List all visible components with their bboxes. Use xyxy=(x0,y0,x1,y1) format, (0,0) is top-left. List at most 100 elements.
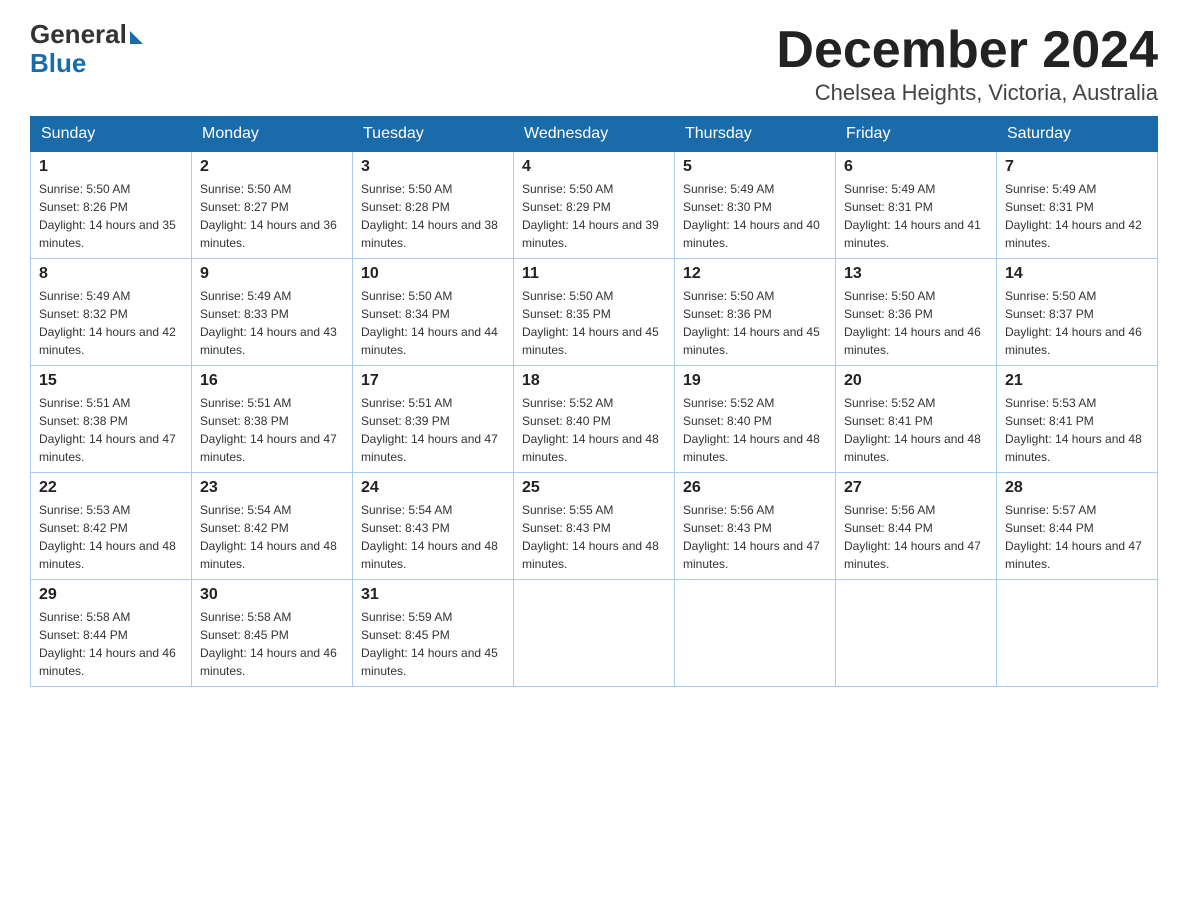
day-info: Sunrise: 5:59 AMSunset: 8:45 PMDaylight:… xyxy=(361,610,498,678)
calendar-cell: 1 Sunrise: 5:50 AMSunset: 8:26 PMDayligh… xyxy=(31,152,192,259)
day-number: 28 xyxy=(1005,479,1149,497)
day-info: Sunrise: 5:55 AMSunset: 8:43 PMDaylight:… xyxy=(522,503,659,571)
day-number: 18 xyxy=(522,372,666,390)
calendar-cell xyxy=(997,580,1158,687)
day-header-row: SundayMondayTuesdayWednesdayThursdayFrid… xyxy=(31,117,1158,152)
day-info: Sunrise: 5:56 AMSunset: 8:44 PMDaylight:… xyxy=(844,503,981,571)
calendar-cell: 23 Sunrise: 5:54 AMSunset: 8:42 PMDaylig… xyxy=(192,473,353,580)
day-info: Sunrise: 5:50 AMSunset: 8:34 PMDaylight:… xyxy=(361,289,498,357)
day-info: Sunrise: 5:57 AMSunset: 8:44 PMDaylight:… xyxy=(1005,503,1142,571)
page-header: General Blue December 2024 Chelsea Heigh… xyxy=(30,20,1158,106)
day-info: Sunrise: 5:58 AMSunset: 8:45 PMDaylight:… xyxy=(200,610,337,678)
calendar-cell: 9 Sunrise: 5:49 AMSunset: 8:33 PMDayligh… xyxy=(192,259,353,366)
calendar-cell: 29 Sunrise: 5:58 AMSunset: 8:44 PMDaylig… xyxy=(31,580,192,687)
day-number: 7 xyxy=(1005,158,1149,176)
day-info: Sunrise: 5:54 AMSunset: 8:42 PMDaylight:… xyxy=(200,503,337,571)
logo-arrow-icon xyxy=(130,31,143,44)
calendar-cell: 11 Sunrise: 5:50 AMSunset: 8:35 PMDaylig… xyxy=(514,259,675,366)
day-info: Sunrise: 5:50 AMSunset: 8:27 PMDaylight:… xyxy=(200,182,337,250)
day-number: 12 xyxy=(683,265,827,283)
logo: General Blue xyxy=(30,20,143,77)
day-number: 22 xyxy=(39,479,183,497)
day-header-sunday: Sunday xyxy=(31,117,192,152)
calendar-cell: 8 Sunrise: 5:49 AMSunset: 8:32 PMDayligh… xyxy=(31,259,192,366)
calendar-week-5: 29 Sunrise: 5:58 AMSunset: 8:44 PMDaylig… xyxy=(31,580,1158,687)
month-title: December 2024 xyxy=(776,20,1158,80)
day-header-wednesday: Wednesday xyxy=(514,117,675,152)
calendar-cell: 24 Sunrise: 5:54 AMSunset: 8:43 PMDaylig… xyxy=(353,473,514,580)
day-info: Sunrise: 5:50 AMSunset: 8:37 PMDaylight:… xyxy=(1005,289,1142,357)
day-info: Sunrise: 5:50 AMSunset: 8:36 PMDaylight:… xyxy=(683,289,820,357)
calendar-table: SundayMondayTuesdayWednesdayThursdayFrid… xyxy=(30,116,1158,687)
day-number: 8 xyxy=(39,265,183,283)
day-info: Sunrise: 5:56 AMSunset: 8:43 PMDaylight:… xyxy=(683,503,820,571)
day-info: Sunrise: 5:50 AMSunset: 8:29 PMDaylight:… xyxy=(522,182,659,250)
logo-general: General xyxy=(30,19,127,49)
day-number: 6 xyxy=(844,158,988,176)
day-info: Sunrise: 5:50 AMSunset: 8:28 PMDaylight:… xyxy=(361,182,498,250)
day-number: 3 xyxy=(361,158,505,176)
calendar-week-1: 1 Sunrise: 5:50 AMSunset: 8:26 PMDayligh… xyxy=(31,152,1158,259)
calendar-cell: 31 Sunrise: 5:59 AMSunset: 8:45 PMDaylig… xyxy=(353,580,514,687)
day-info: Sunrise: 5:51 AMSunset: 8:39 PMDaylight:… xyxy=(361,396,498,464)
day-number: 26 xyxy=(683,479,827,497)
day-info: Sunrise: 5:49 AMSunset: 8:31 PMDaylight:… xyxy=(844,182,981,250)
day-info: Sunrise: 5:50 AMSunset: 8:26 PMDaylight:… xyxy=(39,182,176,250)
day-info: Sunrise: 5:53 AMSunset: 8:41 PMDaylight:… xyxy=(1005,396,1142,464)
calendar-cell: 19 Sunrise: 5:52 AMSunset: 8:40 PMDaylig… xyxy=(675,366,836,473)
day-header-monday: Monday xyxy=(192,117,353,152)
calendar-cell: 4 Sunrise: 5:50 AMSunset: 8:29 PMDayligh… xyxy=(514,152,675,259)
location-title: Chelsea Heights, Victoria, Australia xyxy=(776,80,1158,106)
day-number: 16 xyxy=(200,372,344,390)
calendar-cell: 16 Sunrise: 5:51 AMSunset: 8:38 PMDaylig… xyxy=(192,366,353,473)
day-header-thursday: Thursday xyxy=(675,117,836,152)
calendar-cell: 27 Sunrise: 5:56 AMSunset: 8:44 PMDaylig… xyxy=(836,473,997,580)
calendar-cell: 12 Sunrise: 5:50 AMSunset: 8:36 PMDaylig… xyxy=(675,259,836,366)
day-number: 2 xyxy=(200,158,344,176)
day-number: 14 xyxy=(1005,265,1149,283)
day-info: Sunrise: 5:54 AMSunset: 8:43 PMDaylight:… xyxy=(361,503,498,571)
day-number: 27 xyxy=(844,479,988,497)
day-info: Sunrise: 5:51 AMSunset: 8:38 PMDaylight:… xyxy=(200,396,337,464)
calendar-cell xyxy=(514,580,675,687)
day-info: Sunrise: 5:58 AMSunset: 8:44 PMDaylight:… xyxy=(39,610,176,678)
calendar-cell: 17 Sunrise: 5:51 AMSunset: 8:39 PMDaylig… xyxy=(353,366,514,473)
calendar-cell: 22 Sunrise: 5:53 AMSunset: 8:42 PMDaylig… xyxy=(31,473,192,580)
calendar-cell: 6 Sunrise: 5:49 AMSunset: 8:31 PMDayligh… xyxy=(836,152,997,259)
calendar-week-2: 8 Sunrise: 5:49 AMSunset: 8:32 PMDayligh… xyxy=(31,259,1158,366)
day-info: Sunrise: 5:49 AMSunset: 8:30 PMDaylight:… xyxy=(683,182,820,250)
logo-blue: Blue xyxy=(30,49,86,78)
day-info: Sunrise: 5:50 AMSunset: 8:35 PMDaylight:… xyxy=(522,289,659,357)
title-section: December 2024 Chelsea Heights, Victoria,… xyxy=(776,20,1158,106)
day-number: 19 xyxy=(683,372,827,390)
day-info: Sunrise: 5:52 AMSunset: 8:40 PMDaylight:… xyxy=(683,396,820,464)
day-info: Sunrise: 5:50 AMSunset: 8:36 PMDaylight:… xyxy=(844,289,981,357)
calendar-cell xyxy=(836,580,997,687)
day-info: Sunrise: 5:49 AMSunset: 8:31 PMDaylight:… xyxy=(1005,182,1142,250)
calendar-cell: 3 Sunrise: 5:50 AMSunset: 8:28 PMDayligh… xyxy=(353,152,514,259)
calendar-cell: 20 Sunrise: 5:52 AMSunset: 8:41 PMDaylig… xyxy=(836,366,997,473)
calendar-cell: 26 Sunrise: 5:56 AMSunset: 8:43 PMDaylig… xyxy=(675,473,836,580)
day-number: 31 xyxy=(361,586,505,604)
calendar-cell: 5 Sunrise: 5:49 AMSunset: 8:30 PMDayligh… xyxy=(675,152,836,259)
day-number: 5 xyxy=(683,158,827,176)
day-number: 24 xyxy=(361,479,505,497)
day-info: Sunrise: 5:52 AMSunset: 8:40 PMDaylight:… xyxy=(522,396,659,464)
day-number: 21 xyxy=(1005,372,1149,390)
calendar-cell xyxy=(675,580,836,687)
day-number: 20 xyxy=(844,372,988,390)
day-info: Sunrise: 5:53 AMSunset: 8:42 PMDaylight:… xyxy=(39,503,176,571)
day-number: 25 xyxy=(522,479,666,497)
day-info: Sunrise: 5:49 AMSunset: 8:33 PMDaylight:… xyxy=(200,289,337,357)
calendar-cell: 28 Sunrise: 5:57 AMSunset: 8:44 PMDaylig… xyxy=(997,473,1158,580)
day-info: Sunrise: 5:52 AMSunset: 8:41 PMDaylight:… xyxy=(844,396,981,464)
calendar-cell: 7 Sunrise: 5:49 AMSunset: 8:31 PMDayligh… xyxy=(997,152,1158,259)
day-number: 23 xyxy=(200,479,344,497)
calendar-cell: 25 Sunrise: 5:55 AMSunset: 8:43 PMDaylig… xyxy=(514,473,675,580)
day-number: 10 xyxy=(361,265,505,283)
calendar-cell: 18 Sunrise: 5:52 AMSunset: 8:40 PMDaylig… xyxy=(514,366,675,473)
calendar-cell: 13 Sunrise: 5:50 AMSunset: 8:36 PMDaylig… xyxy=(836,259,997,366)
calendar-cell: 21 Sunrise: 5:53 AMSunset: 8:41 PMDaylig… xyxy=(997,366,1158,473)
day-number: 17 xyxy=(361,372,505,390)
day-header-tuesday: Tuesday xyxy=(353,117,514,152)
